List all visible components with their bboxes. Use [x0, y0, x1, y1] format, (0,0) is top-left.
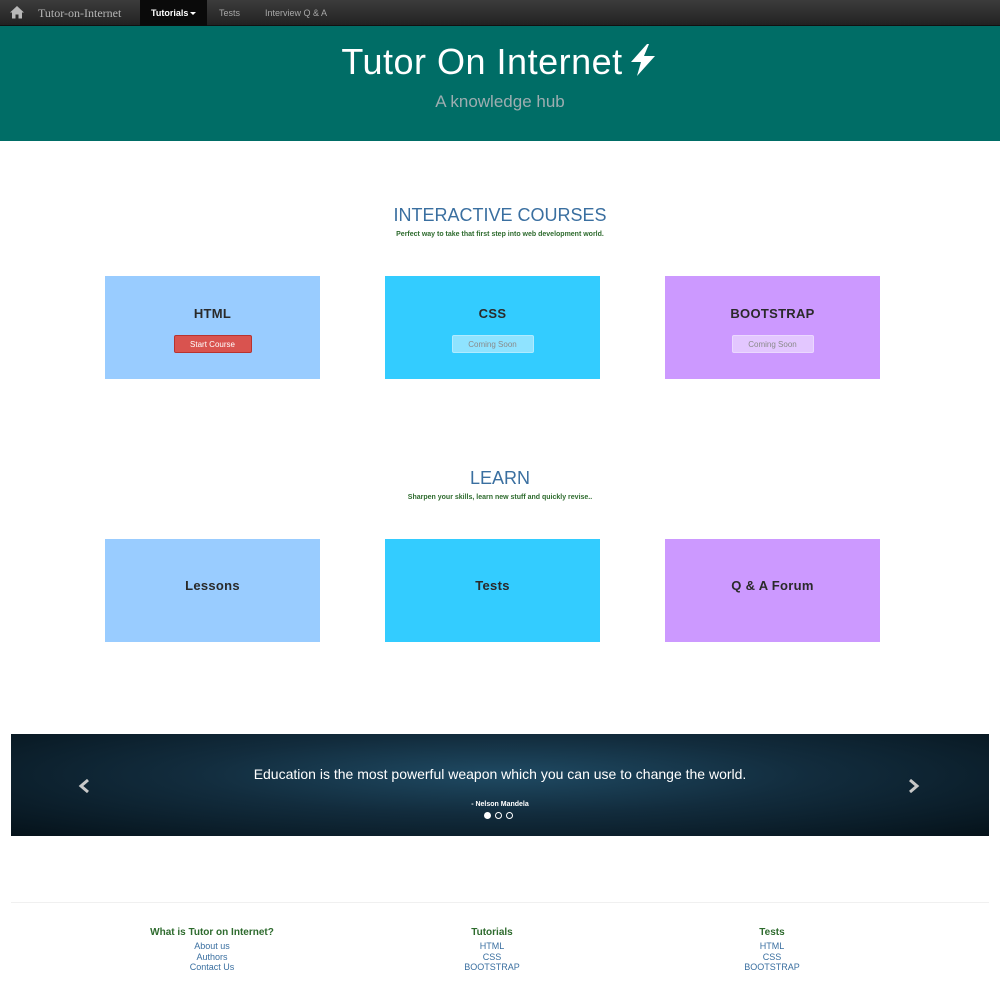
home-icon[interactable]	[9, 5, 25, 20]
site-tagline: A knowledge hub	[435, 92, 565, 111]
lightning-bolt-icon	[627, 43, 659, 86]
carousel-quote: Education is the most powerful weapon wh…	[253, 766, 747, 782]
course-card-title: CSS	[478, 306, 507, 321]
learn-card-title: Tests	[475, 578, 510, 593]
course-card-html[interactable]: HTML Start Course	[105, 276, 320, 379]
course-card-title: HTML	[193, 306, 232, 321]
footer-column-tutorials: Tutorials HTML CSS BOOTSTRAP	[372, 927, 612, 973]
learn-card-lessons[interactable]: Lessons	[105, 539, 320, 642]
caret-down-icon	[190, 12, 197, 16]
brand-link[interactable]: Tutor-on-Internet	[38, 6, 121, 21]
footer-link-css-test[interactable]: CSS	[652, 952, 892, 963]
carousel-indicators	[482, 812, 522, 819]
course-card-css[interactable]: CSS Coming Soon	[385, 276, 600, 379]
course-card-title: BOOTSTRAP	[730, 306, 815, 321]
footer-heading: What is Tutor on Internet?	[150, 927, 274, 938]
carousel-author: - Nelson Mandela	[471, 801, 529, 808]
hero-title-row: Tutor On Internet	[0, 41, 1000, 86]
footer-link-about-us[interactable]: About us	[92, 941, 332, 952]
learn-card-tests[interactable]: Tests	[385, 539, 600, 642]
learn-card-qa-forum[interactable]: Q & A Forum	[665, 539, 880, 642]
learn-card-title: Lessons	[185, 578, 240, 593]
coming-soon-button[interactable]: Coming Soon	[451, 335, 534, 353]
footer-link-contact-us[interactable]: Contact Us	[92, 962, 332, 973]
footer-link-html-test[interactable]: HTML	[652, 941, 892, 952]
hero-banner: Tutor On Internet A knowledge hub	[0, 26, 1000, 141]
courses-subheading: Perfect way to take that first step into…	[396, 231, 604, 238]
footer-link-authors[interactable]: Authors	[92, 952, 332, 963]
nav-tutorials-label: Tutorials	[151, 8, 189, 18]
footer-link-html-tutorial[interactable]: HTML	[372, 941, 612, 952]
quote-carousel: Education is the most powerful weapon wh…	[11, 734, 989, 836]
learn-heading: LEARN	[469, 468, 531, 488]
carousel-prev-arrow-icon[interactable]	[78, 778, 92, 794]
footer-heading: Tests	[759, 927, 785, 938]
carousel-indicator[interactable]	[495, 812, 502, 819]
course-card-bootstrap[interactable]: BOOTSTRAP Coming Soon	[665, 276, 880, 379]
footer-link-css-tutorial[interactable]: CSS	[372, 952, 612, 963]
courses-heading: INTERACTIVE COURSES	[393, 205, 607, 225]
footer-divider	[11, 902, 989, 903]
top-navbar: Tutor-on-Internet Tutorials Tests Interv…	[0, 0, 1000, 26]
start-course-button[interactable]: Start Course	[173, 335, 252, 353]
coming-soon-button[interactable]: Coming Soon	[731, 335, 814, 353]
carousel-indicator[interactable]	[484, 812, 491, 819]
footer-column-tests: Tests HTML CSS BOOTSTRAP	[652, 927, 892, 973]
nav-interview-qa[interactable]: Interview Q & A	[265, 0, 327, 26]
site-title: Tutor On Internet	[341, 41, 623, 82]
footer-link-bootstrap-tutorial[interactable]: BOOTSTRAP	[372, 962, 612, 973]
footer-column-about: What is Tutor on Internet? About us Auth…	[92, 927, 332, 973]
footer-link-bootstrap-test[interactable]: BOOTSTRAP	[652, 962, 892, 973]
footer-heading: Tutorials	[471, 927, 513, 938]
nav-tests[interactable]: Tests	[219, 0, 240, 26]
carousel-indicator[interactable]	[506, 812, 513, 819]
nav-tutorials-dropdown[interactable]: Tutorials	[140, 0, 208, 26]
carousel-next-arrow-icon[interactable]	[906, 778, 920, 794]
learn-card-title: Q & A Forum	[731, 578, 814, 593]
learn-subheading: Sharpen your skills, learn new stuff and…	[407, 494, 593, 501]
